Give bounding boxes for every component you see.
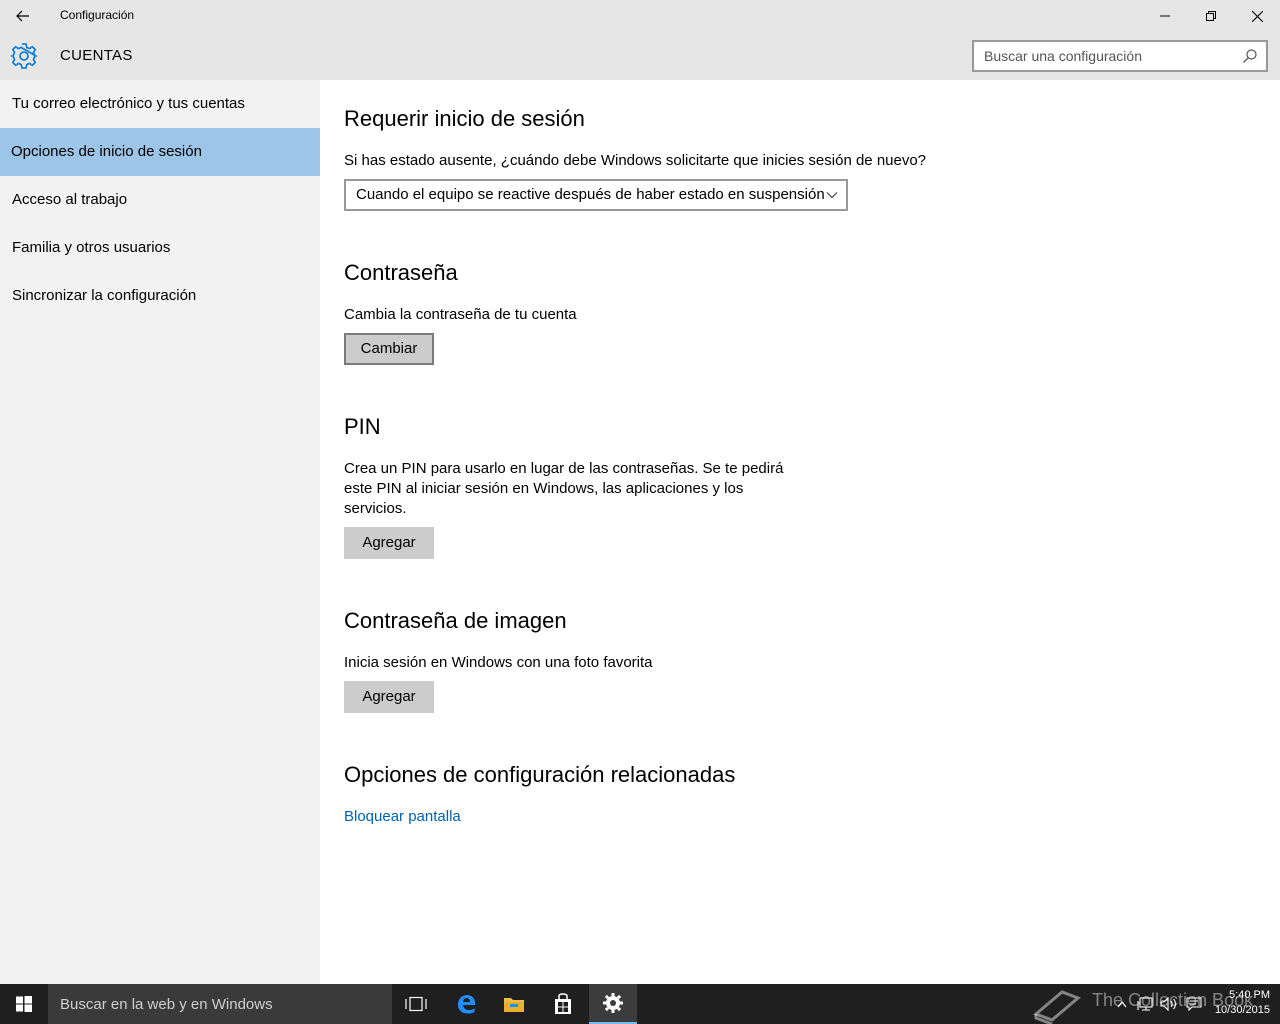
- main-content: Requerir inicio de sesión Si has estado …: [320, 80, 1280, 984]
- require-signin-dropdown[interactable]: Cuando el equipo se reactive después de …: [344, 179, 848, 211]
- sidebar-item-email-accounts[interactable]: Tu correo electrónico y tus cuentas: [0, 80, 320, 128]
- minimize-icon: [1160, 15, 1170, 17]
- task-view-button[interactable]: [392, 984, 440, 1024]
- password-heading: Contraseña: [344, 260, 458, 285]
- close-button[interactable]: [1234, 0, 1280, 32]
- start-button[interactable]: [0, 984, 48, 1024]
- folder-icon: [504, 998, 524, 1012]
- gear-icon: [10, 43, 38, 69]
- gear-icon: [603, 993, 623, 1013]
- network-icon: [1137, 997, 1153, 1011]
- sidebar-item-sync-settings[interactable]: Sincronizar la configuración: [0, 272, 320, 320]
- related-settings-heading: Opciones de configuración relacionadas: [344, 762, 736, 787]
- pin-description-line2: este PIN al iniciar sesión en Windows, l…: [344, 480, 744, 497]
- add-pin-button[interactable]: Agregar: [344, 527, 434, 559]
- edge-browser-button[interactable]: [442, 984, 490, 1024]
- back-button[interactable]: [0, 0, 46, 32]
- require-signin-heading: Requerir inicio de sesión: [344, 106, 585, 131]
- pin-description-line3: servicios.: [344, 500, 407, 517]
- settings-app-button[interactable]: [589, 984, 637, 1024]
- search-icon[interactable]: [1242, 48, 1258, 64]
- taskbar-search-box[interactable]: Buscar en la web y en Windows: [48, 984, 392, 1024]
- taskbar-search-placeholder: Buscar en la web y en Windows: [60, 996, 273, 1013]
- settings-search-box[interactable]: [972, 40, 1268, 72]
- minimize-button[interactable]: [1142, 0, 1188, 32]
- page-header: CUENTAS: [0, 32, 1280, 80]
- restore-icon: [1206, 11, 1216, 21]
- book-watermark-icon: [1033, 990, 1081, 1024]
- window-title: Configuración: [60, 8, 135, 22]
- file-explorer-button[interactable]: [490, 984, 538, 1024]
- edge-icon: [458, 995, 475, 1014]
- picture-password-heading: Contraseña de imagen: [344, 608, 567, 633]
- notifications-icon: [1186, 997, 1202, 1011]
- picture-password-description: Inicia sesión en Windows con una foto fa…: [344, 654, 653, 671]
- volume-tray-button[interactable]: [1158, 984, 1180, 1024]
- pin-heading: PIN: [344, 414, 381, 439]
- store-button[interactable]: [539, 984, 587, 1024]
- change-password-button[interactable]: Cambiar: [344, 333, 434, 365]
- show-hidden-icons-button[interactable]: [1112, 984, 1132, 1024]
- store-bag-icon: [555, 993, 571, 1014]
- clock-time: 5:40 PM: [1229, 989, 1270, 1001]
- taskbar-clock[interactable]: 5:40 PM 10/30/2015: [1208, 988, 1270, 1018]
- settings-search-input[interactable]: [974, 42, 1234, 70]
- sidebar-item-family-users[interactable]: Familia y otros usuarios: [0, 224, 320, 272]
- sidebar-item-work-access[interactable]: Acceso al trabajo: [0, 176, 320, 224]
- page-title: CUENTAS: [60, 47, 133, 64]
- require-signin-question: Si has estado ausente, ¿cuándo debe Wind…: [344, 152, 927, 169]
- lock-screen-link[interactable]: Bloquear pantalla: [344, 808, 461, 825]
- sidebar: Tu correo electrónico y tus cuentas Opci…: [0, 80, 320, 984]
- volume-icon: [1160, 997, 1176, 1011]
- pin-description-line1: Crea un PIN para usarlo en lugar de las …: [344, 460, 784, 477]
- chevron-up-icon: [1117, 1001, 1127, 1008]
- chevron-down-icon: [826, 192, 838, 199]
- clock-date: 10/30/2015: [1214, 1004, 1270, 1016]
- restore-button[interactable]: [1188, 0, 1234, 32]
- back-arrow-icon: [16, 10, 29, 22]
- windows-logo-icon: [16, 996, 32, 1012]
- network-tray-button[interactable]: [1134, 984, 1156, 1024]
- taskbar: Buscar en la web y en Windows The Collec…: [0, 984, 1280, 1024]
- require-signin-selected-value: Cuando el equipo se reactive después de …: [356, 186, 825, 203]
- title-bar: Configuración: [0, 0, 1280, 32]
- password-description: Cambia la contraseña de tu cuenta: [344, 306, 577, 323]
- task-view-icon: [405, 996, 427, 1012]
- close-icon: [1251, 10, 1263, 22]
- add-picture-password-button[interactable]: Agregar: [344, 681, 434, 713]
- action-center-button[interactable]: [1182, 984, 1206, 1024]
- sidebar-item-signin-options[interactable]: Opciones de inicio de sesión: [0, 128, 320, 176]
